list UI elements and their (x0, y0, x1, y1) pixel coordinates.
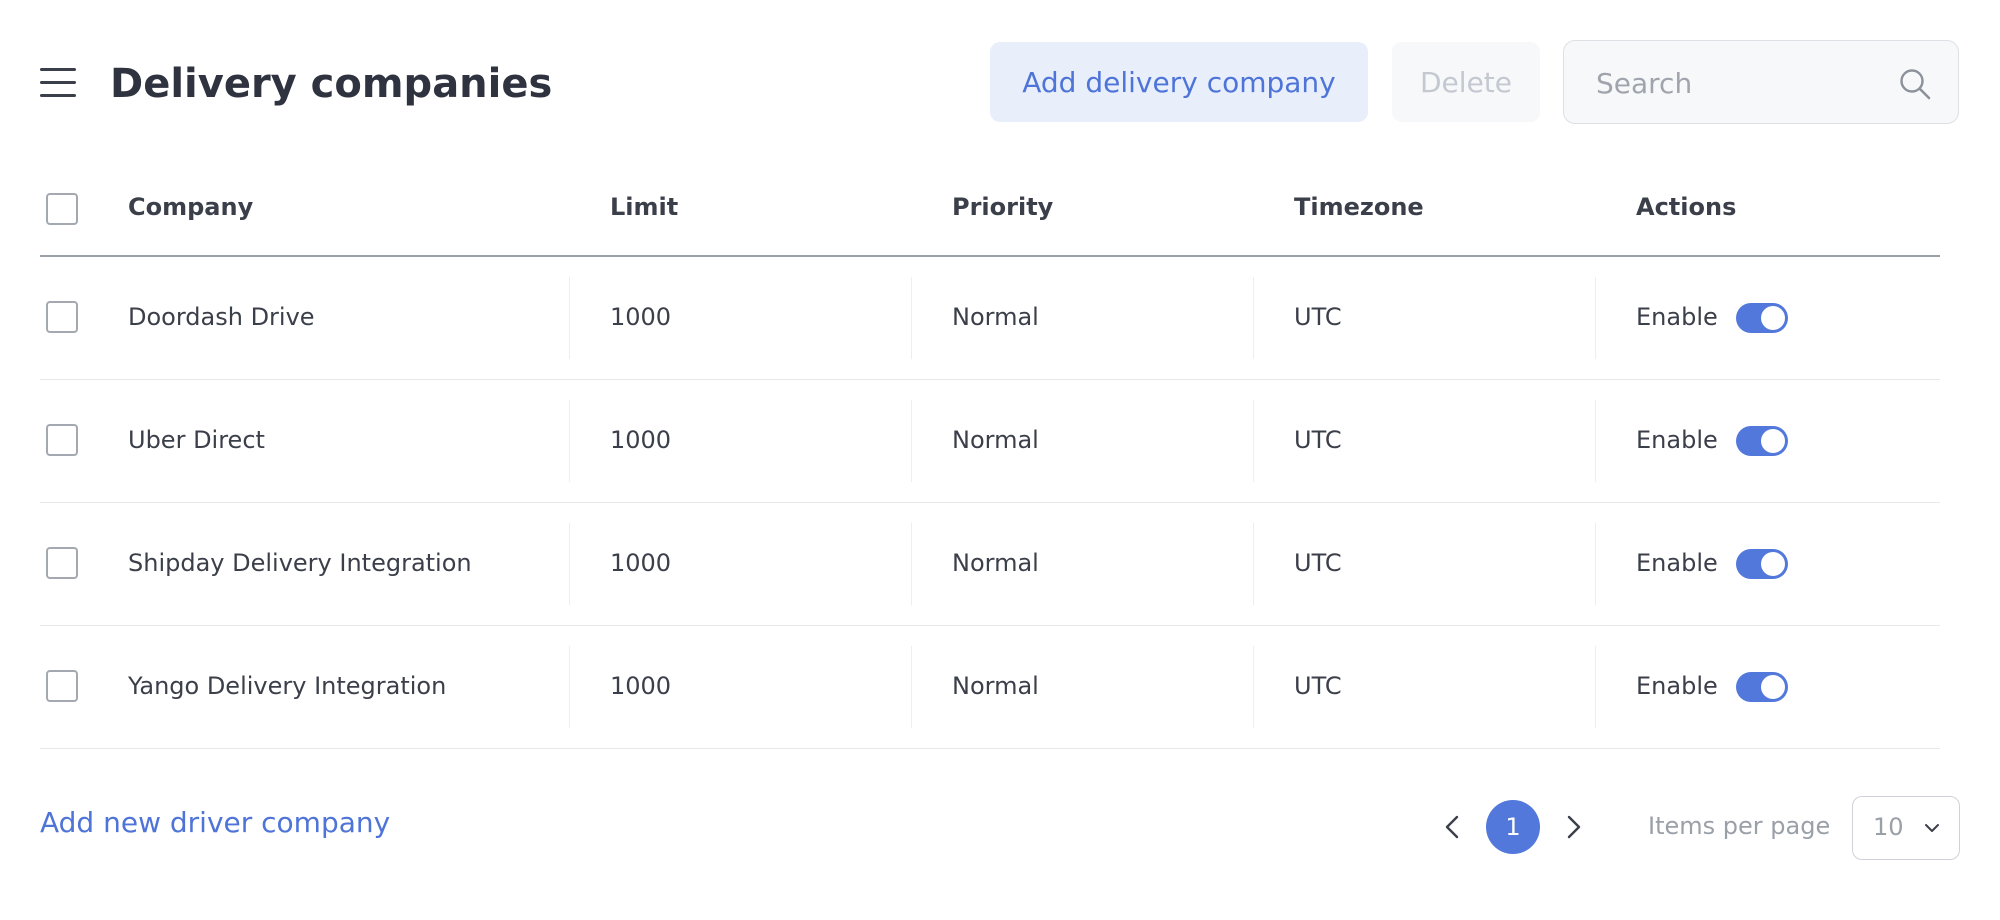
column-divider (1253, 523, 1254, 605)
search-input[interactable] (1594, 61, 1888, 105)
column-divider (1595, 646, 1596, 728)
limit-cell: 1000 (610, 672, 672, 700)
items-per-page-label: Items per page (1648, 812, 1831, 840)
priority-cell: Normal (952, 549, 1039, 577)
timezone-cell: UTC (1294, 426, 1342, 454)
column-divider (1595, 523, 1596, 605)
delete-button[interactable]: Delete (1392, 42, 1540, 122)
priority-cell: Normal (952, 426, 1039, 454)
chevron-down-icon (1925, 824, 1939, 832)
limit-cell: 1000 (610, 549, 672, 577)
column-divider (1253, 400, 1254, 482)
column-divider (1595, 277, 1596, 359)
column-divider (1595, 400, 1596, 482)
column-divider (569, 523, 570, 605)
company-cell: Yango Delivery Integration (128, 672, 447, 700)
limit-cell: 1000 (610, 303, 672, 331)
toggle-knob (1761, 429, 1785, 453)
priority-cell: Normal (952, 672, 1039, 700)
items-per-page-select[interactable]: 10 (1852, 796, 1960, 860)
toggle-knob (1761, 552, 1785, 576)
limit-cell: 1000 (610, 426, 672, 454)
column-divider (1253, 646, 1254, 728)
hamburger-menu-icon[interactable] (40, 68, 76, 98)
column-divider (911, 523, 912, 605)
column-divider (911, 646, 912, 728)
row-checkbox[interactable] (46, 424, 78, 456)
timezone-cell: UTC (1294, 672, 1342, 700)
timezone-cell: UTC (1294, 303, 1342, 331)
company-cell: Uber Direct (128, 426, 265, 454)
pagination-page-1[interactable]: 1 (1486, 800, 1540, 854)
enable-toggle[interactable] (1736, 672, 1788, 702)
toggle-knob (1761, 306, 1785, 330)
column-header-limit[interactable]: Limit (610, 193, 678, 221)
page-title: Delivery companies (110, 61, 553, 107)
toggle-knob (1761, 675, 1785, 699)
timezone-cell: UTC (1294, 549, 1342, 577)
column-header-company[interactable]: Company (128, 193, 253, 221)
row-checkbox[interactable] (46, 301, 78, 333)
table-row[interactable]: Yango Delivery Integration 1000 Normal U… (40, 626, 1940, 749)
add-delivery-company-button[interactable]: Add delivery company (990, 42, 1368, 122)
enable-toggle[interactable] (1736, 303, 1788, 333)
enable-label: Enable (1636, 303, 1718, 331)
chevron-right-icon[interactable] (1562, 812, 1586, 842)
column-divider (1253, 277, 1254, 359)
enable-label: Enable (1636, 672, 1718, 700)
column-header-priority[interactable]: Priority (952, 193, 1053, 221)
row-checkbox[interactable] (46, 670, 78, 702)
search-box (1563, 40, 1959, 124)
table-header: Company Limit Priority Timezone Actions (40, 165, 1940, 257)
search-icon[interactable] (1898, 67, 1932, 101)
page-header: Delivery companies Add delivery company … (0, 0, 2000, 165)
enable-label: Enable (1636, 549, 1718, 577)
enable-toggle[interactable] (1736, 549, 1788, 579)
column-divider (569, 646, 570, 728)
chevron-left-icon[interactable] (1440, 812, 1464, 842)
delivery-companies-table: Company Limit Priority Timezone Actions … (40, 165, 1940, 749)
company-cell: Doordash Drive (128, 303, 315, 331)
column-divider (569, 277, 570, 359)
column-divider (911, 277, 912, 359)
select-all-checkbox[interactable] (46, 193, 78, 225)
delivery-companies-page: Delivery companies Add delivery company … (0, 0, 2000, 920)
table-row[interactable]: Uber Direct 1000 Normal UTC Enable (40, 380, 1940, 503)
company-cell: Shipday Delivery Integration (128, 549, 472, 577)
add-new-driver-company-link[interactable]: Add new driver company (40, 806, 390, 839)
priority-cell: Normal (952, 303, 1039, 331)
column-header-actions: Actions (1636, 193, 1737, 221)
items-per-page-value: 10 (1873, 813, 1904, 841)
column-divider (911, 400, 912, 482)
row-checkbox[interactable] (46, 547, 78, 579)
column-divider (569, 400, 570, 482)
enable-toggle[interactable] (1736, 426, 1788, 456)
enable-label: Enable (1636, 426, 1718, 454)
table-row[interactable]: Doordash Drive 1000 Normal UTC Enable (40, 257, 1940, 380)
table-row[interactable]: Shipday Delivery Integration 1000 Normal… (40, 503, 1940, 626)
column-header-timezone[interactable]: Timezone (1294, 193, 1424, 221)
